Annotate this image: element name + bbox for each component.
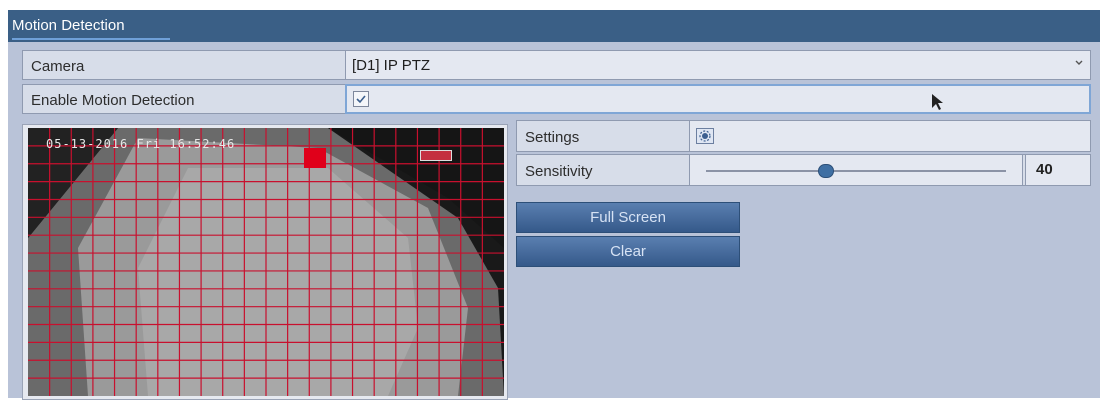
sensitivity-row: Sensitivity 40: [516, 154, 1091, 186]
full-screen-button[interactable]: Full Screen: [516, 202, 740, 233]
enable-motion-label: Enable Motion Detection: [31, 92, 195, 109]
camera-row: Camera [D1] IP PTZ: [22, 50, 1091, 80]
motion-detection-window: Motion Detection Camera [D1] IP PTZ Enab…: [8, 10, 1100, 400]
camera-select[interactable]: [D1] IP PTZ: [345, 50, 1091, 80]
preview-timestamp: 05-13-2016 Fri 16:52:46: [46, 137, 236, 151]
mouse-pointer-icon: [932, 94, 943, 110]
check-icon: [356, 95, 366, 104]
sensitivity-slider[interactable]: [689, 154, 1023, 186]
clear-button[interactable]: Clear: [516, 236, 740, 267]
camera-value: [D1] IP PTZ: [352, 57, 431, 74]
camera-label: Camera: [31, 58, 85, 75]
settings-label: Settings: [525, 129, 580, 146]
enable-motion-checkbox[interactable]: [353, 91, 369, 107]
motion-grid[interactable]: [28, 128, 504, 396]
camera-preview[interactable]: 05-13-2016 Fri 16:52:46: [28, 128, 504, 396]
title-bar: Motion Detection: [8, 10, 1100, 42]
slider-track: [706, 164, 1006, 178]
gear-icon[interactable]: [696, 128, 714, 144]
sensitivity-label: Sensitivity: [525, 163, 593, 180]
settings-row: Settings: [516, 120, 1091, 152]
enable-motion-cell[interactable]: [345, 84, 1091, 114]
recording-status-icon: [420, 150, 452, 161]
settings-cell: [689, 120, 1091, 152]
chevron-down-icon[interactable]: [1074, 58, 1084, 68]
sensitivity-value-box: 40: [1025, 154, 1091, 186]
motion-zone-marker: [304, 148, 326, 168]
slider-handle[interactable]: [818, 164, 834, 178]
enable-motion-row: Enable Motion Detection: [22, 84, 1091, 114]
title-underline: [12, 38, 170, 40]
sensitivity-value: 40: [1036, 161, 1053, 178]
window-title: Motion Detection: [12, 17, 125, 34]
